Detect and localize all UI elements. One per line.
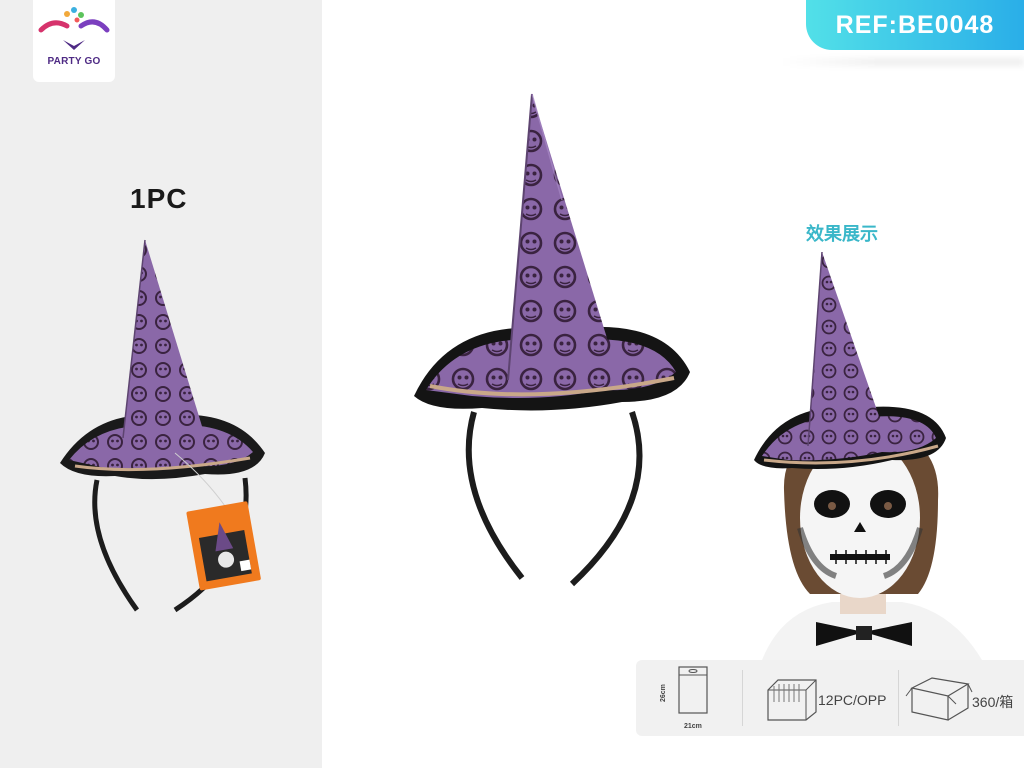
demo-title: 效果展示	[806, 224, 878, 244]
bag-width-label: 21cm	[684, 723, 702, 730]
logo-text: PARTY GO	[47, 56, 101, 67]
model-image	[754, 251, 982, 660]
reference-badge-shadow	[780, 58, 1024, 66]
carton-quantity-label: 360/箱	[972, 694, 1014, 710]
reference-badge: REF:BE0048	[806, 0, 1024, 50]
party-logo-icon	[38, 7, 110, 50]
bag-height-label: 26cm	[660, 684, 667, 702]
product-image-main	[414, 93, 690, 587]
divider	[898, 670, 899, 726]
bag-icon	[678, 666, 708, 714]
brand-logo: PARTY GO	[33, 0, 115, 82]
product-image-small	[60, 239, 265, 613]
inner-pack-label: 12PC/OPP	[818, 692, 887, 708]
inner-pack-icon	[767, 679, 817, 721]
divider	[742, 670, 743, 726]
carton-box-icon	[905, 677, 973, 721]
quantity-label: 1PC	[130, 183, 188, 214]
packaging-info-bar: 26cm 21cm 12PC/OPP 360/箱	[636, 660, 1024, 736]
